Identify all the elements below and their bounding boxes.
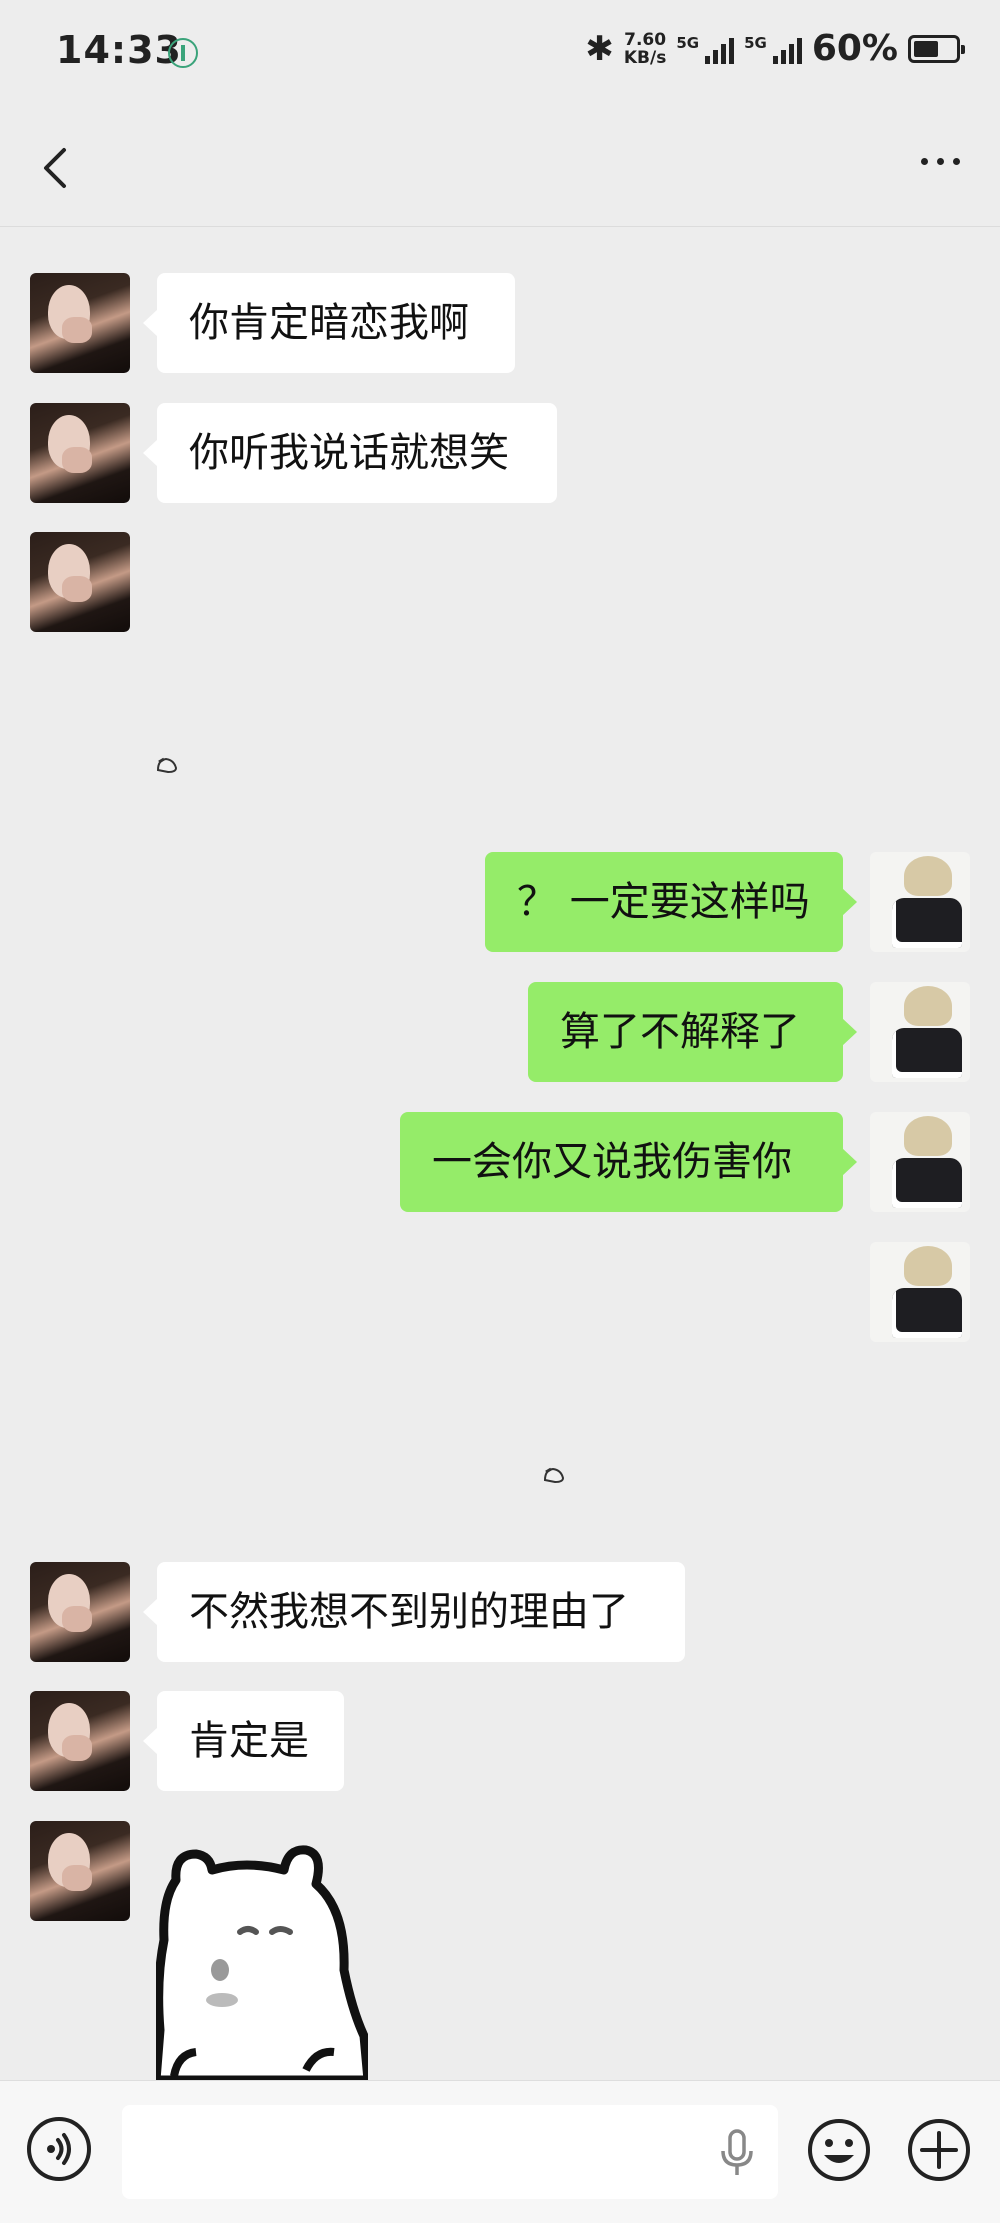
my-avatar[interactable] [870, 852, 970, 952]
message-bubble-outgoing[interactable]: 算了不解释了 [528, 982, 857, 1082]
contact-avatar[interactable] [30, 1821, 130, 1921]
message-bubble-outgoing[interactable]: ？ 一定要这样吗 [485, 852, 857, 952]
message-input[interactable] [122, 2105, 778, 2199]
microphone-icon[interactable] [720, 2129, 754, 2177]
my-avatar[interactable] [870, 982, 970, 1082]
chevron-left-icon[interactable] [36, 144, 76, 192]
message-bubble-incoming[interactable]: 你听我说话就想笑 [143, 403, 557, 503]
message-bubble-incoming[interactable]: 不然我想不到别的理由了 [143, 1562, 685, 1662]
battery-fill [914, 40, 938, 57]
signal-sim1: 5G [676, 33, 735, 64]
contact-avatar[interactable] [30, 273, 130, 373]
battery-icon [908, 34, 965, 63]
network-speed-value: 7.60 [624, 29, 667, 50]
app-notification-icon [168, 38, 198, 68]
plus-icon[interactable] [906, 2117, 972, 2183]
signal-sim2: 5G [744, 34, 802, 64]
signal-bars-icon [772, 34, 802, 64]
contact-avatar[interactable] [30, 1562, 130, 1662]
voice-mode-icon[interactable] [27, 2117, 91, 2181]
chat-header [0, 108, 1000, 227]
signal-sim1-label: 5G [676, 33, 700, 52]
contact-avatar[interactable] [30, 1691, 130, 1791]
status-bar: 14:33 ✱ 7.60 KB/s 5G 5G 60% [0, 0, 1000, 108]
signal-sim2-label: 5G [744, 33, 767, 52]
my-avatar[interactable] [870, 1242, 970, 1342]
signal-bars-icon [705, 34, 735, 64]
my-avatar[interactable] [870, 1112, 970, 1212]
message-bubble-incoming[interactable]: 肯定是 [143, 1691, 344, 1791]
status-time: 14:33 [56, 28, 182, 72]
battery-percent: 60% [811, 28, 898, 69]
more-dots-icon[interactable] [921, 158, 960, 165]
status-indicators: ✱ 7.60 KB/s 5G 5G 60% [585, 28, 965, 69]
network-speed: 7.60 KB/s [624, 31, 666, 67]
emoji-icon[interactable] [806, 2117, 872, 2183]
image-loading-icon[interactable] [156, 756, 178, 774]
message-bubble-incoming[interactable]: 你肯定暗恋我啊 [143, 273, 515, 373]
message-bubble-outgoing[interactable]: 一会你又说我伤害你 [400, 1112, 857, 1212]
contact-avatar[interactable] [30, 403, 130, 503]
bear-sticker-image[interactable] [156, 1840, 368, 2080]
image-loading-icon[interactable] [543, 1466, 565, 1484]
chat-input-bar [0, 2080, 1000, 2223]
contact-avatar[interactable] [30, 532, 130, 632]
bluetooth-icon: ✱ [585, 28, 614, 69]
network-speed-unit: KB/s [623, 47, 667, 68]
